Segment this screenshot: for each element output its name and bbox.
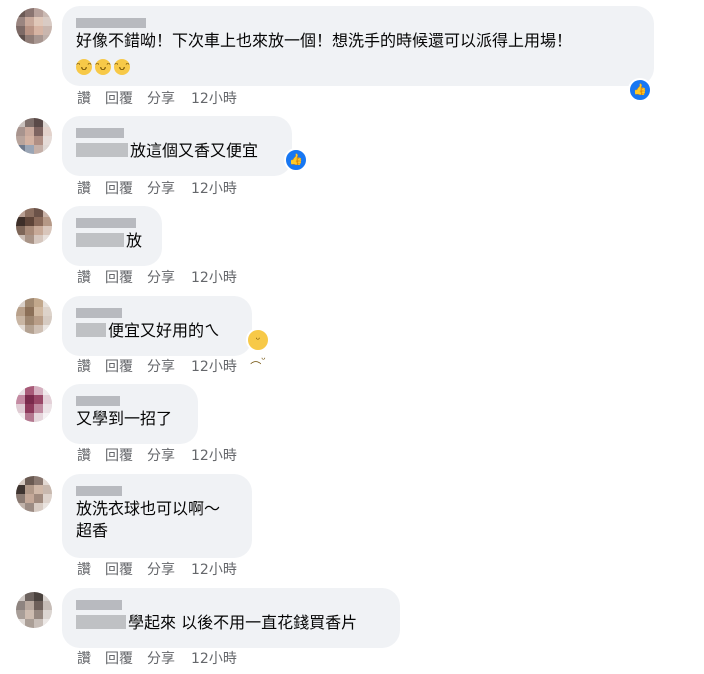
share-link[interactable]: 分享: [147, 562, 175, 578]
avatar[interactable]: [16, 298, 52, 334]
comment-text: 好像不錯呦！下次車上也來放一個！想洗手的時候還可以派得上用場！: [76, 31, 573, 50]
thumbs-up-icon[interactable]: 👍: [628, 78, 652, 102]
thumbs-up-icon[interactable]: 👍: [284, 148, 308, 172]
avatar[interactable]: [16, 476, 52, 512]
share-link[interactable]: 分享: [147, 181, 175, 197]
reply-link[interactable]: 回覆: [105, 651, 133, 667]
like-link[interactable]: 讚: [77, 359, 91, 375]
avatar[interactable]: [16, 592, 52, 628]
comment-text: 放洗衣球也可以啊～: [76, 499, 221, 518]
comment-actions: 讚回覆 分享 12小時: [77, 269, 251, 287]
reply-link[interactable]: 回覆: [105, 181, 133, 197]
like-link[interactable]: 讚: [77, 91, 91, 107]
timestamp[interactable]: 12小時: [191, 270, 237, 286]
author-name[interactable]: [76, 124, 280, 140]
comment-actions: 讚回覆 分享 12小時: [77, 180, 251, 198]
avatar[interactable]: [16, 8, 52, 44]
share-link[interactable]: 分享: [147, 448, 175, 464]
like-link[interactable]: 讚: [77, 181, 91, 197]
author-name[interactable]: [76, 482, 240, 498]
author-name[interactable]: [76, 304, 240, 320]
comment-bubble: 學起來 以後不用一直花錢買香片: [62, 588, 400, 648]
author-name[interactable]: [76, 596, 388, 612]
comment-bubble: 便宜又好用的ㄟ: [62, 296, 252, 356]
author-name[interactable]: [76, 392, 186, 408]
share-link[interactable]: 分享: [147, 270, 175, 286]
comment-bubble: 放這個又香又便宜: [62, 116, 292, 176]
like-link[interactable]: 讚: [77, 562, 91, 578]
comment-actions: 讚回覆 分享 12小時: [77, 650, 251, 668]
timestamp[interactable]: 12小時: [191, 359, 237, 375]
emoji-row: ᵔᴗᵔ ᵔᴗᵔ ᵔᴗᵔ: [76, 52, 642, 75]
comment-actions: 讚回覆 分享 12小時: [77, 358, 251, 376]
comment-actions: 讚回覆 分享 12小時: [77, 447, 251, 465]
timestamp[interactable]: 12小時: [191, 448, 237, 464]
comment-text: 學起來 以後不用一直花錢買香片: [128, 613, 358, 632]
laughing-emoji-icon: ᵔᴗᵔ: [114, 59, 130, 75]
avatar[interactable]: [16, 208, 52, 244]
comment-actions: 讚回覆 分享 12小時: [77, 561, 251, 579]
share-link[interactable]: 分享: [147, 651, 175, 667]
author-name[interactable]: [76, 14, 642, 30]
reply-link[interactable]: 回覆: [105, 359, 133, 375]
comment-text: 便宜又好用的ㄟ: [108, 321, 221, 340]
comment-text: 又學到一招了: [76, 409, 173, 428]
mentioned-name[interactable]: [76, 233, 124, 247]
laughing-emoji-icon: ᵔᴗᵔ: [95, 59, 111, 75]
mentioned-name[interactable]: [76, 323, 106, 337]
like-link[interactable]: 讚: [77, 448, 91, 464]
timestamp[interactable]: 12小時: [191, 91, 237, 107]
comment-actions: 讚回覆 分享 12小時: [77, 90, 251, 108]
timestamp[interactable]: 12小時: [191, 651, 237, 667]
comment-text-line-2: 超香: [76, 521, 109, 540]
comment-bubble: 好像不錯呦！下次車上也來放一個！想洗手的時候還可以派得上用場！ ᵔᴗᵔ ᵔᴗᵔ ᵔᴗ…: [62, 6, 654, 86]
avatar[interactable]: [16, 118, 52, 154]
comment-text: 放: [126, 231, 143, 250]
avatar[interactable]: [16, 386, 52, 422]
comment-bubble: 又學到一招了: [62, 384, 198, 444]
comment-bubble: 放洗衣球也可以啊～ 超香: [62, 474, 252, 558]
comment-text: 放這個又香又便宜: [130, 141, 259, 160]
comment-bubble: 放: [62, 206, 162, 266]
laughing-emoji-icon: ᵔᴗᵔ: [76, 59, 92, 75]
author-name[interactable]: [76, 214, 150, 230]
reply-link[interactable]: 回覆: [105, 91, 133, 107]
share-link[interactable]: 分享: [147, 359, 175, 375]
like-link[interactable]: 讚: [77, 651, 91, 667]
mentioned-name[interactable]: [76, 143, 128, 157]
timestamp[interactable]: 12小時: [191, 181, 237, 197]
reply-link[interactable]: 回覆: [105, 562, 133, 578]
reply-link[interactable]: 回覆: [105, 270, 133, 286]
sad-face-icon[interactable]: ᵕ︵ᵕ: [246, 328, 270, 366]
timestamp[interactable]: 12小時: [191, 562, 237, 578]
like-link[interactable]: 讚: [77, 270, 91, 286]
share-link[interactable]: 分享: [147, 91, 175, 107]
reply-link[interactable]: 回覆: [105, 448, 133, 464]
mentioned-name[interactable]: [76, 615, 126, 629]
